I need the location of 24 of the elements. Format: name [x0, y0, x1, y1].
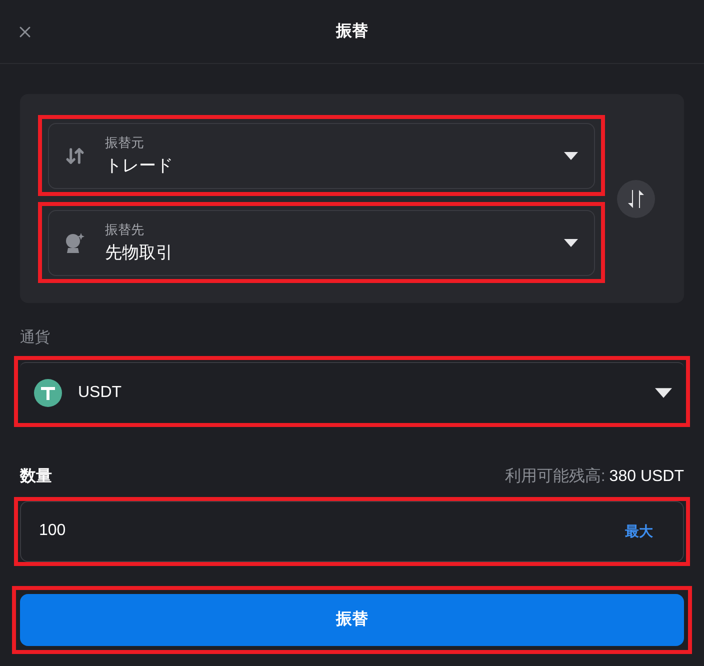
crystal-ball-icon — [65, 232, 85, 254]
account-select[interactable]: 振替先 先物取引 — [48, 210, 595, 276]
field-label: 振替先 — [105, 221, 145, 239]
available-label: 利用可能残高: — [504, 466, 606, 486]
field-label: 数量 — [20, 466, 52, 486]
field-value: USDT — [78, 382, 123, 402]
caret-icon — [564, 152, 578, 160]
account-select[interactable]: 振替元 トレード — [48, 122, 595, 188]
transfer-button[interactable]: 振替 — [20, 594, 684, 646]
field-label: 振替元 — [105, 134, 145, 152]
caret-icon — [564, 238, 578, 246]
swap-button[interactable] — [617, 180, 655, 218]
arrows-icon — [65, 146, 85, 166]
field-value: トレード — [105, 154, 174, 176]
field-label: 通貨 — [20, 328, 51, 348]
field-value: 先物取引 — [105, 242, 174, 264]
caret-icon — [655, 388, 672, 398]
field-value: 100 — [39, 521, 67, 541]
coin-icon — [34, 378, 62, 406]
amount-field[interactable]: 100 最大 — [20, 500, 684, 562]
max-button[interactable]: 最大 — [625, 520, 653, 542]
swap-arrows-icon — [628, 190, 644, 208]
window-title: 振替 — [336, 22, 368, 42]
available-value: 380 USDT — [609, 466, 684, 486]
